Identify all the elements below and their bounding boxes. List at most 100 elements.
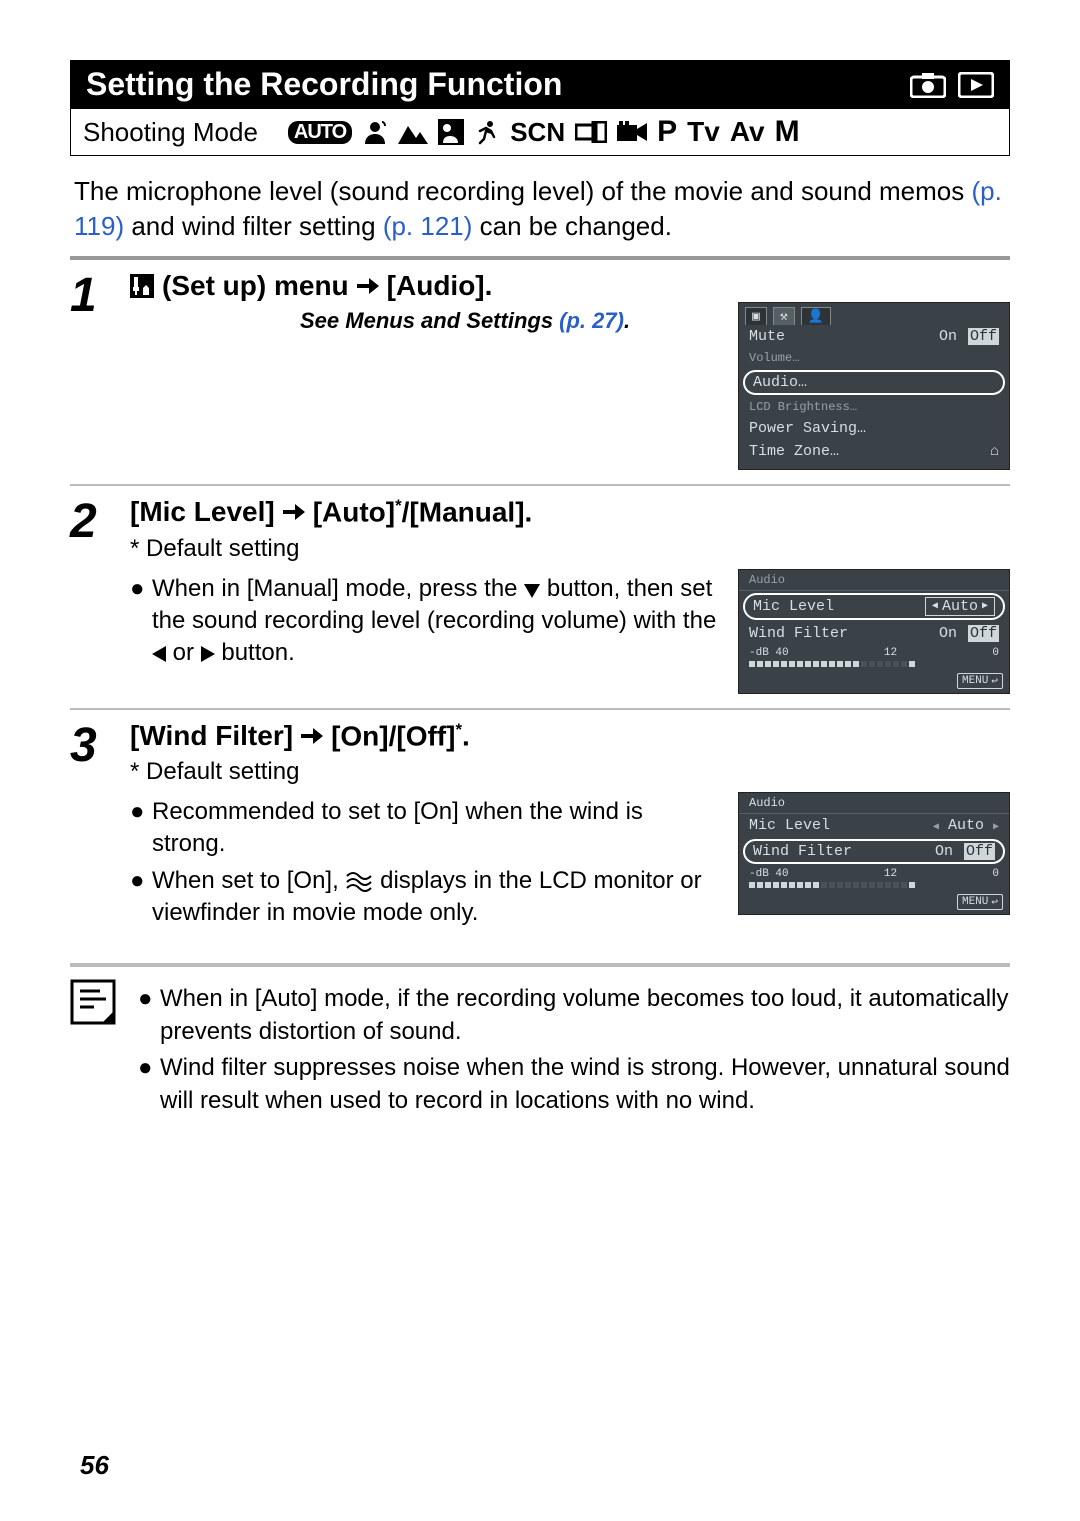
- playback-icon: [958, 72, 994, 98]
- footer-bullet-1: ● When in [Auto] mode, if the recording …: [138, 983, 1010, 1048]
- step-1-title-a: (Set up) menu: [162, 270, 349, 302]
- lcd-tab-camera-icon: ▣: [745, 307, 767, 325]
- bullet-icon: ●: [138, 1052, 160, 1117]
- arrow-right-icon: [301, 726, 323, 746]
- step-2-number: 2: [70, 496, 130, 693]
- mode-sports-icon: [474, 119, 500, 145]
- mode-landscape-icon: [398, 120, 428, 144]
- wind-filter-icon: [345, 870, 373, 892]
- lcd-audio-label: Audio…: [753, 374, 807, 391]
- lcd-screenshot-mic-level: Audio Mic Level◀Auto▶ Wind FilterOn Off …: [738, 569, 1010, 694]
- lcd-screenshot-wind-filter: Audio Mic Level◀ Auto ▶ Wind FilterOn Of…: [738, 792, 1010, 915]
- step-3-bullet-2: ● When set to [On], displays in the LCD …: [130, 865, 718, 930]
- lcd-menu-badge: MENU↩: [957, 894, 1003, 910]
- page-number: 56: [80, 1450, 109, 1481]
- intro-text-3: can be changed.: [480, 211, 672, 241]
- step-3-title-a: [Wind Filter]: [130, 720, 293, 752]
- mode-stitch-icon: [575, 121, 607, 143]
- arrow-right-icon: [283, 502, 305, 522]
- lcd-mute-off: Off: [968, 328, 999, 345]
- lcd-tab-tools-icon: ⚒: [773, 307, 795, 325]
- mode-night-icon: [438, 119, 464, 145]
- section-title: Setting the Recording Function: [86, 66, 562, 103]
- page-ref-27[interactable]: (p. 27): [559, 308, 624, 333]
- step-3-bullet-1: ● Recommended to set to [On] when the wi…: [130, 796, 718, 861]
- step-2-b1c: or: [173, 639, 201, 666]
- mode-m-icon: M: [775, 115, 800, 149]
- right-button-icon: [201, 646, 215, 662]
- home-icon: ⌂: [990, 443, 999, 460]
- lcd-menu-badge: MENU↩: [957, 673, 1003, 689]
- step-2-bullet-1: ● When in [Manual] mode, press the butto…: [130, 573, 718, 670]
- lcd-tab-person-icon: 👤: [801, 307, 831, 325]
- mode-portrait-icon: [362, 119, 388, 145]
- lcd-mic-level-value: Auto: [948, 817, 984, 834]
- step-3-default-note: * Default setting: [130, 758, 1010, 786]
- left-button-icon: [152, 646, 166, 662]
- lcd-meter-m: 12: [884, 868, 897, 880]
- step-1-subtitle-a: See Menus and Settings: [300, 308, 559, 333]
- step-3-b2a: When set to [On],: [152, 867, 345, 894]
- step-3-number: 3: [70, 720, 130, 934]
- lcd-mute-on: On: [937, 328, 959, 345]
- lcd-meter-bar: [749, 661, 999, 667]
- mode-scn-icon: SCN: [510, 117, 565, 148]
- shooting-mode-icons: AUTO SCN P Tv Av M: [288, 115, 800, 149]
- footer-note-1: When in [Auto] mode, if the recording vo…: [160, 983, 1010, 1048]
- bullet-icon: ●: [138, 983, 160, 1048]
- step-3: 3 [Wind Filter] [On]/[Off]*. * Default s…: [70, 710, 1010, 948]
- step-1-title-b: [Audio].: [387, 270, 493, 302]
- lcd-wind-filter-label: Wind Filter: [753, 843, 852, 860]
- step-2-b1a: When in [Manual] mode, press the: [152, 575, 524, 602]
- bullet-icon: ●: [130, 796, 152, 861]
- step-1-number: 1: [70, 270, 130, 470]
- footer-note-2: Wind filter suppresses noise when the wi…: [160, 1052, 1010, 1117]
- shooting-mode-row: Shooting Mode AUTO SCN P Tv Av M: [70, 109, 1010, 156]
- lcd-meter-r: 0: [992, 868, 999, 880]
- step-2-title-b: [Auto]*/[Manual].: [313, 496, 533, 528]
- lcd-audio-header: Audio: [749, 573, 785, 587]
- lcd-time-zone-label: Time Zone…: [749, 443, 839, 460]
- step-2-title: [Mic Level] [Auto]*/[Manual].: [130, 496, 1010, 528]
- section-title-bar: Setting the Recording Function: [70, 60, 1010, 109]
- step-3-title: [Wind Filter] [On]/[Off]*.: [130, 720, 1010, 752]
- lcd-mic-level-label: Mic Level: [753, 598, 834, 615]
- mode-tv-icon: Tv: [687, 116, 720, 148]
- footer-note-box: ● When in [Auto] mode, if the recording …: [70, 963, 1010, 1121]
- bullet-icon: ●: [130, 865, 152, 930]
- step-1-title: (Set up) menu [Audio].: [130, 270, 1010, 302]
- camera-icon: [910, 72, 946, 98]
- note-icon: [70, 979, 120, 1121]
- lcd-volume-label: Volume…: [749, 351, 799, 365]
- lcd-power-saving-label: Power Saving…: [749, 420, 866, 437]
- page-ref-121[interactable]: (p. 121): [383, 211, 473, 241]
- mode-movie-icon: [617, 121, 647, 143]
- intro-paragraph: The microphone level (sound recording le…: [74, 174, 1006, 244]
- lcd-wf-off: Off: [968, 625, 999, 642]
- lcd-wf-off: Off: [964, 843, 995, 860]
- lcd-audio-header: Audio: [749, 796, 785, 810]
- step-1-subtitle-b: .: [624, 308, 630, 333]
- step-2-title-a: [Mic Level]: [130, 496, 275, 528]
- step-2-b1d: button.: [221, 639, 294, 666]
- step-2-default-note: * Default setting: [130, 535, 1010, 563]
- lcd-wind-filter-label: Wind Filter: [749, 625, 848, 642]
- lcd-screenshot-setup: ▣ ⚒ 👤 Mute On Off Volume… Audio… LCD Brig…: [738, 302, 1010, 470]
- lcd-wf-on: On: [933, 843, 955, 860]
- step-3-b1: Recommended to set to [On] when the wind…: [152, 796, 718, 861]
- mode-auto-icon: AUTO: [288, 121, 352, 144]
- step-1-subtitle: See Menus and Settings (p. 27).: [300, 308, 718, 334]
- title-mode-icons: [910, 72, 994, 98]
- lcd-meter-l: -dB 40: [749, 647, 789, 659]
- down-button-icon: [524, 584, 540, 598]
- arrow-right-icon: [357, 276, 379, 296]
- bullet-icon: ●: [130, 573, 152, 670]
- lcd-mic-level-label: Mic Level: [749, 817, 830, 834]
- step-2: 2 [Mic Level] [Auto]*/[Manual]. * Defaul…: [70, 486, 1010, 709]
- intro-text-1: The microphone level (sound recording le…: [74, 176, 971, 206]
- lcd-meter-l: -dB 40: [749, 868, 789, 880]
- lcd-brightness-label: LCD Brightness…: [749, 400, 857, 414]
- lcd-mute-label: Mute: [749, 328, 785, 345]
- intro-text-2: and wind filter setting: [131, 211, 382, 241]
- lcd-meter-r: 0: [992, 647, 999, 659]
